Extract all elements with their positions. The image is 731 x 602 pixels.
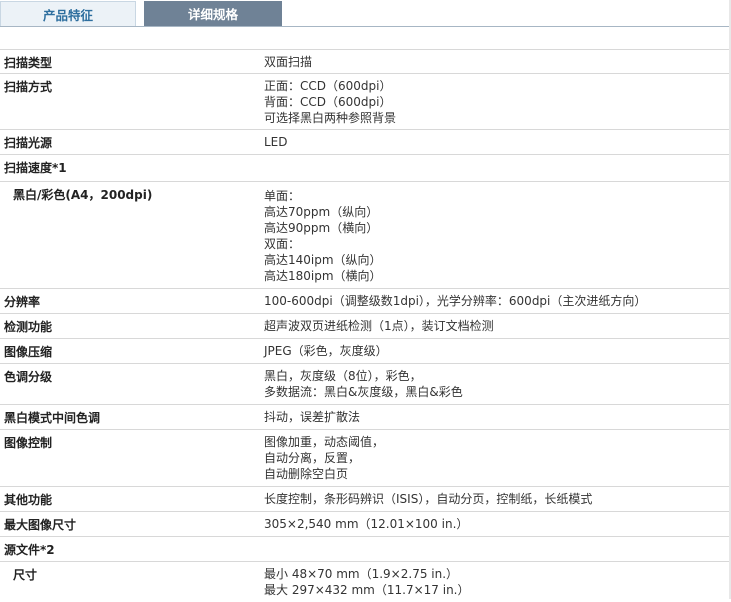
spec-value-line: 双面扫描	[264, 55, 313, 69]
spec-value	[256, 155, 731, 181]
spec-value: 超声波双页进纸检测（1点），装订文档检测	[256, 314, 731, 338]
spec-row: 扫描类型 双面扫描	[0, 49, 731, 74]
spec-value-line: 抖动，误差扩散法	[264, 410, 361, 424]
spec-value: 长度控制，条形码辨识（ISIS），自动分页，控制纸，长纸模式	[256, 487, 731, 511]
tab-divider	[0, 26, 731, 27]
spec-value: LED	[256, 130, 731, 154]
spec-value-line: 305×2,540 mm（12.01×100 in.）	[264, 517, 469, 531]
spec-label: 黑白/彩色(A4，200dpi)	[13, 188, 153, 202]
spec-value-line: 自动分离，反置，	[264, 451, 361, 465]
spec-label: 扫描方式	[4, 80, 53, 94]
spec-row: 黑白/彩色(A4，200dpi) 单面： 高达70ppm（纵向） 高达90ppm…	[0, 182, 731, 289]
spec-value: 305×2,540 mm（12.01×100 in.）	[256, 512, 731, 536]
spec-value-line: 高达180ipm（横向）	[264, 269, 382, 283]
spec-section-header: 扫描速度*1	[0, 155, 731, 182]
spec-value: JPEG（彩色，灰度级）	[256, 339, 731, 363]
spec-value: 正面：CCD（600dpi） 背面：CCD（600dpi） 可选择黑白两种参照背…	[256, 74, 731, 129]
spec-value: 最小 48×70 mm（1.9×2.75 in.） 最大 297×432 mm（…	[256, 562, 731, 602]
spec-label: 扫描光源	[4, 136, 53, 150]
spec-value-line: 最大 297×432 mm（11.7×17 in.）	[264, 583, 470, 597]
spec-value-line: 双面：	[264, 237, 301, 251]
spec-value: 双面扫描	[256, 50, 731, 73]
spec-row: 扫描方式 正面：CCD（600dpi） 背面：CCD（600dpi） 可选择黑白…	[0, 74, 731, 130]
spec-table: 扫描类型 双面扫描 扫描方式 正面：CCD（600dpi） 背面：CCD（600…	[0, 49, 731, 602]
spec-row: 图像压缩 JPEG（彩色，灰度级）	[0, 339, 731, 364]
spec-value-line: 高达140ipm（纵向）	[264, 253, 382, 267]
spec-label: 图像控制	[4, 436, 53, 450]
spec-value: 图像加重，动态阈值， 自动分离，反置， 自动删除空白页	[256, 430, 731, 486]
spec-row: 黑白模式中间色调 抖动，误差扩散法	[0, 405, 731, 430]
spec-row: 色调分级 黑白，灰度级（8位），彩色， 多数据流：黑白&灰度级，黑白&彩色	[0, 364, 731, 405]
spec-value-line: 图像加重，动态阈值，	[264, 435, 385, 449]
spec-row: 图像控制 图像加重，动态阈值， 自动分离，反置， 自动删除空白页	[0, 430, 731, 487]
spec-value: 100-600dpi（调整级数1dpi），光学分辨率：600dpi（主次进纸方向…	[256, 289, 731, 313]
spec-value-line: 自动删除空白页	[264, 467, 349, 481]
spec-value-line: 100-600dpi（调整级数1dpi），光学分辨率：600dpi（主次进纸方向…	[264, 294, 647, 308]
tab-bar: 产品特征 详细规格	[0, 0, 731, 27]
tab-detailed-specs[interactable]: 详细规格	[144, 1, 282, 26]
spec-value-line: 最小 48×70 mm（1.9×2.75 in.）	[264, 567, 459, 581]
spec-value-line: 长度控制，条形码辨识（ISIS），自动分页，控制纸，长纸模式	[264, 492, 593, 506]
spec-value-line: 多数据流：黑白&灰度级，黑白&彩色	[264, 385, 463, 399]
spec-row: 检测功能 超声波双页进纸检测（1点），装订文档检测	[0, 314, 731, 339]
spec-label: 其他功能	[4, 493, 53, 507]
spec-value-line: 超声波双页进纸检测（1点），装订文档检测	[264, 319, 494, 333]
spec-value-line: 单面：	[264, 189, 301, 203]
spec-label: 源文件*2	[4, 543, 55, 557]
spec-value-line: 高达70ppm（纵向）	[264, 205, 379, 219]
spec-value: 抖动，误差扩散法	[256, 405, 731, 429]
spec-value-line: 正面：CCD（600dpi）	[264, 79, 392, 93]
spec-label: 扫描类型	[4, 56, 53, 70]
spec-value: 黑白，灰度级（8位），彩色， 多数据流：黑白&灰度级，黑白&彩色	[256, 364, 731, 404]
spec-value	[256, 537, 731, 561]
spec-label: 扫描速度*1	[4, 161, 67, 175]
spec-label: 色调分级	[4, 370, 53, 384]
spec-label: 最大图像尺寸	[4, 518, 77, 532]
spec-value-line: 高达90ppm（横向）	[264, 221, 379, 235]
spec-row: 尺寸 最小 48×70 mm（1.9×2.75 in.） 最大 297×432 …	[0, 562, 731, 602]
spec-value-line: LED	[264, 135, 288, 149]
spec-label: 分辨率	[4, 295, 41, 309]
tab-product-features[interactable]: 产品特征	[0, 1, 136, 26]
spec-row: 扫描光源 LED	[0, 130, 731, 155]
spec-section-header: 源文件*2	[0, 537, 731, 562]
spec-value-line: 黑白，灰度级（8位），彩色，	[264, 369, 422, 383]
spec-row: 最大图像尺寸 305×2,540 mm（12.01×100 in.）	[0, 512, 731, 537]
spec-value-line: 可选择黑白两种参照背景	[264, 111, 397, 125]
spec-label: 尺寸	[13, 568, 38, 582]
spec-label: 图像压缩	[4, 345, 53, 359]
spec-value-line: JPEG（彩色，灰度级）	[264, 344, 388, 358]
spec-row: 分辨率 100-600dpi（调整级数1dpi），光学分辨率：600dpi（主次…	[0, 289, 731, 314]
spec-label: 检测功能	[4, 320, 53, 334]
spec-value: 单面： 高达70ppm（纵向） 高达90ppm（横向） 双面： 高达140ipm…	[256, 182, 731, 288]
spec-value-line: 背面：CCD（600dpi）	[264, 95, 392, 109]
spec-row: 其他功能 长度控制，条形码辨识（ISIS），自动分页，控制纸，长纸模式	[0, 487, 731, 512]
spec-label: 黑白模式中间色调	[4, 411, 101, 425]
